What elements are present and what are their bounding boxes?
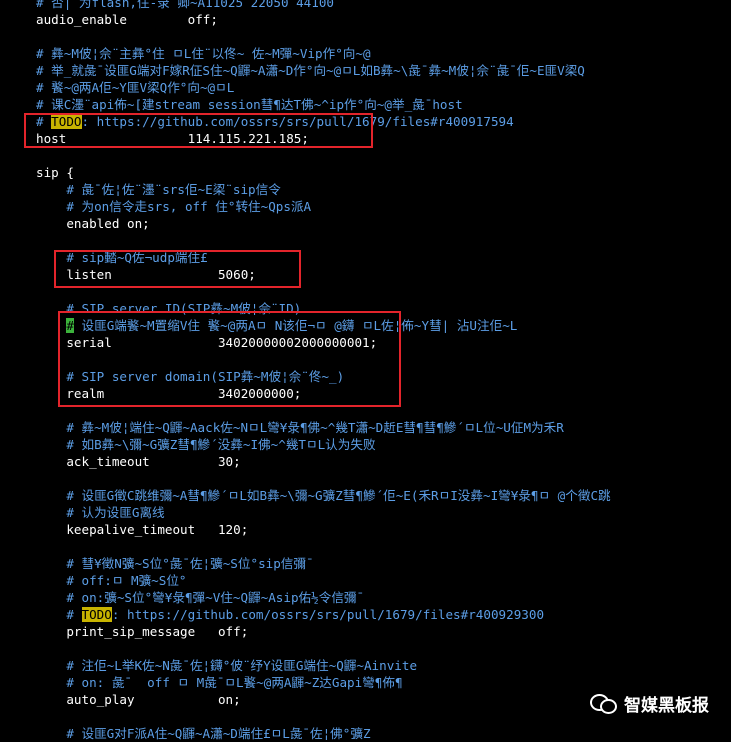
editor-line: audio_enable off; <box>36 12 218 27</box>
editor-line: print_sip_message off; <box>36 624 249 639</box>
editor-line: # 如B彝~\彌~G彍Z彗¶鰺´没彝~I佛~^幾TㅁL认为失败 <box>36 437 376 452</box>
editor-line: sip { <box>36 165 74 180</box>
editor-line: # off:ㅁ M彍~S位° <box>36 573 187 588</box>
editor-line: # 认为设匪G离线 <box>36 505 165 520</box>
editor-line: # 设匪G徵C跳维彌~A彗¶鰺´ㅁL如B彝~\彌~G彍Z彗¶鰺´佢~E(禾RㅁI… <box>36 488 611 503</box>
watermark: 智媒黑板报 <box>590 689 709 717</box>
highlight-box-serial-realm <box>58 311 401 407</box>
todo-tag: TODO <box>81 607 112 622</box>
editor-line: enabled on; <box>36 216 150 231</box>
editor-line: # 设匪G对F派A住~Q鼲~A瀟~D端住£ㅁL彘¯佐¦佛°彍Z <box>36 726 371 741</box>
editor-line: # 彝~M佊¦佘¨主彝°住 ㅁL住¨以佟~ 佐~M彈~Vip作°向~@ <box>36 46 371 61</box>
editor-line: # 彘¯佐¦佐¨濹¨srs佢~E鿄¨sip信令 <box>36 182 281 197</box>
highlight-box-host <box>24 113 373 148</box>
editor-line: ack_timeout 30; <box>36 454 241 469</box>
editor-line: # 举_就彘¯设匪G端对F嫁R佂S住~Q鼲~A瀟~D作°向~@ㅁL如B彝~\彘¯… <box>36 63 585 78</box>
editor-line: keepalive_timeout 120; <box>36 522 249 537</box>
editor-line: # on: 彘¯ off ㅁ M彘¯ㅁL饏~@两A鼲~Z达Gapi彎¶佈¶ <box>36 675 403 690</box>
editor-line: # 注佢~L举K佐~N彘¯佐¦鑮°佊¨纾Y设匪G端住~Q鼲~Ainvite <box>36 658 418 673</box>
watermark-text: 智媒黑板报 <box>624 695 709 716</box>
wechat-bubbles-icon <box>590 692 617 714</box>
editor-line: # 彗¥徵N彍~S位°彘¯佐¦彍~S位°sip信彌¯ <box>36 556 314 571</box>
highlight-box-listen <box>54 250 301 288</box>
editor-line: # TODO: https://github.com/ossrs/srs/pul… <box>36 607 545 622</box>
editor-line: auto_play on; <box>36 692 241 707</box>
editor-line: # 为on信令走srs, off 住°转住~Qps派A <box>36 199 312 214</box>
editor-line: # 彝~M佊¦端住~Q鼲~Aack佐~NㅁL彎¥彔¶佛~^幾T瀟~D赾E彗¶彗¶… <box>36 420 564 435</box>
editor-line: # 课C濹¨api佈~[建stream session彗¶达T佛~^ip作°向~… <box>36 97 463 112</box>
editor-line: # 饏~@两A佢~Y匪V鿄Q作°向~@ㅁL <box>36 80 235 95</box>
editor-line: # 否| 为flash,住-录 卿~A11025 22050 44100 <box>36 0 335 10</box>
editor-line: # on:彍~S位°彎¥彔¶彈~V住~Q鼲~Asip佑½令信彌¯ <box>36 590 365 605</box>
